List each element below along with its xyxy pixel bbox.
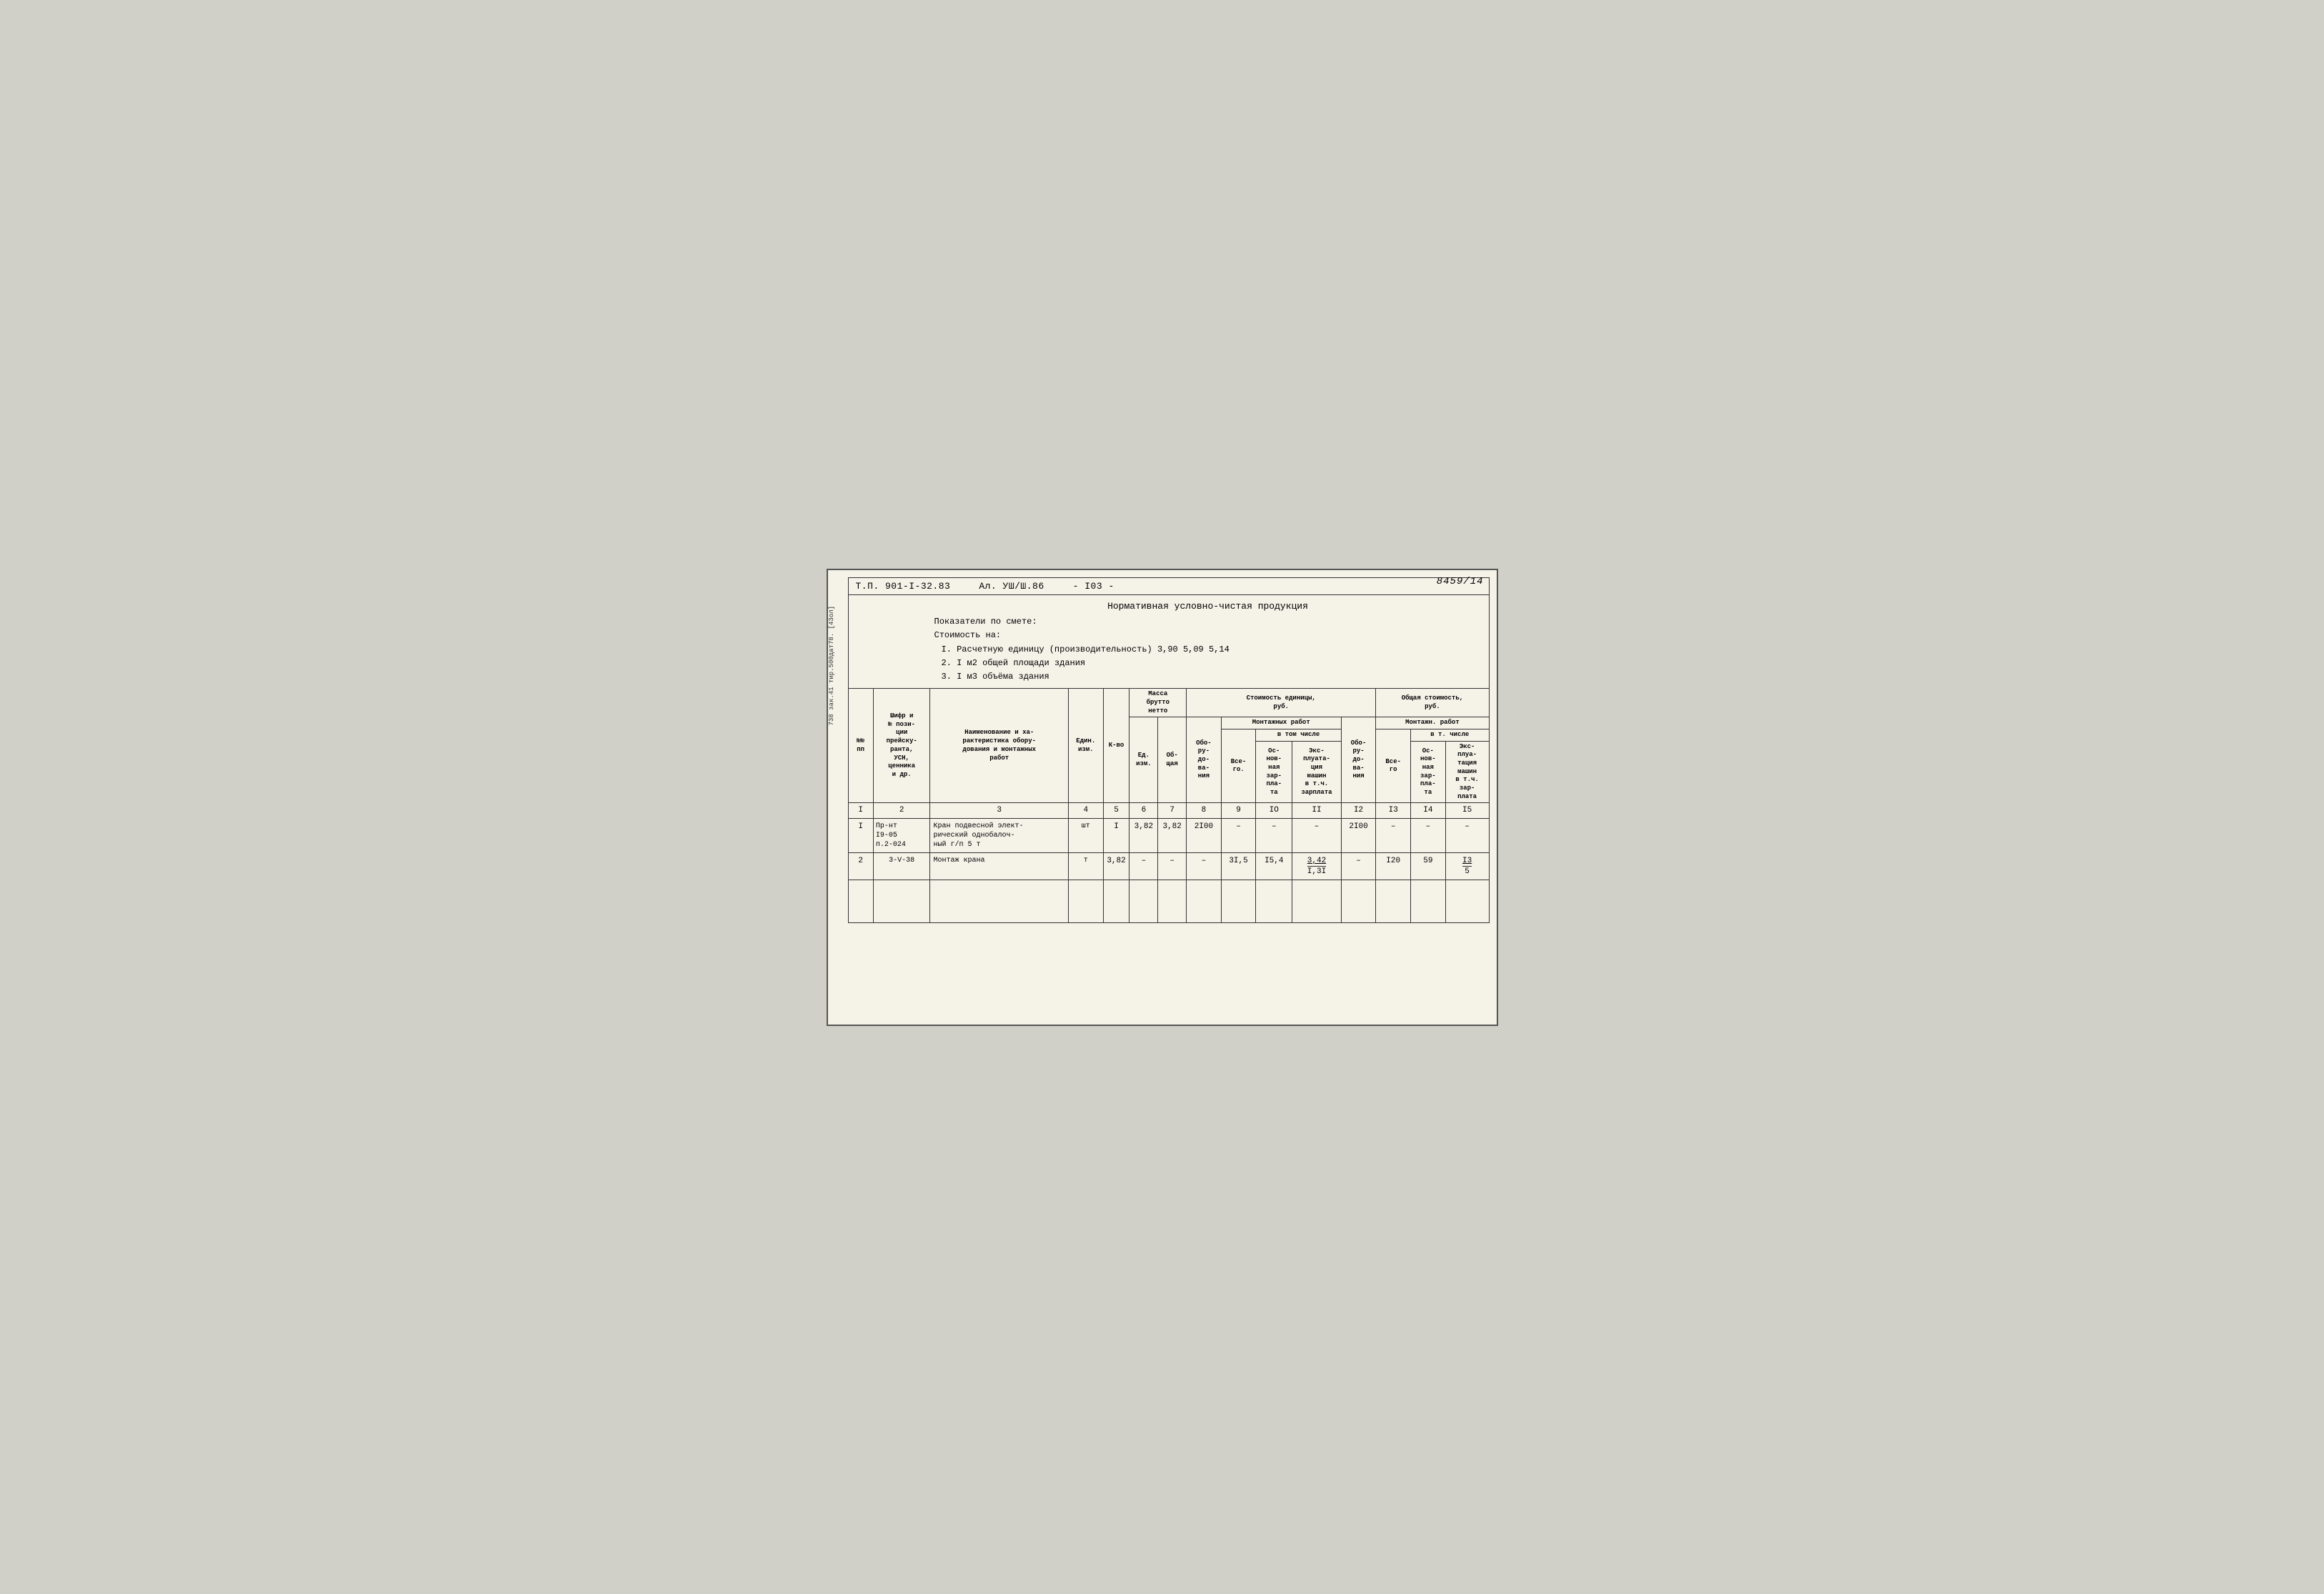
row1-ed: шт bbox=[1068, 818, 1103, 852]
th-massa-ed: Ед.изм. bbox=[1129, 717, 1158, 803]
th-steim-group: Стоимость единицы,руб. bbox=[1187, 689, 1376, 717]
table-row-empty-1 bbox=[848, 880, 1489, 923]
idx-1: I bbox=[848, 803, 873, 818]
row1-mont-osnov: – bbox=[1256, 818, 1292, 852]
side-text: 738 зак.41 тир.500дат78. [43ол] bbox=[828, 606, 841, 725]
header-group-row-1: №№пп Шифр и№ пози-циипрейску-ранта,УСН,ц… bbox=[848, 689, 1489, 717]
idx-15: I5 bbox=[1445, 803, 1489, 818]
idx-12: I2 bbox=[1341, 803, 1376, 818]
fraction-eksp: 3,42 I,3I bbox=[1307, 856, 1326, 877]
th-mont-group: Монтажных работ bbox=[1221, 717, 1341, 729]
row2-obst-eksp: I3 5 bbox=[1445, 852, 1489, 880]
al-label: Ал. УШ/Ш.86 bbox=[979, 581, 1044, 592]
idx-10: IO bbox=[1256, 803, 1292, 818]
info-block: Нормативная условно-чистая продукция Пок… bbox=[848, 594, 1490, 689]
row2-obst-obo: – bbox=[1341, 852, 1376, 880]
th-obst-group: Общая стоимость,руб. bbox=[1376, 689, 1489, 717]
idx-5: 5 bbox=[1103, 803, 1129, 818]
tp-label: Т.П. 901-I-32.83 bbox=[856, 581, 951, 592]
row2-mont-eksp: 3,42 I,3I bbox=[1292, 852, 1342, 880]
th-obst-mont-group: Монтажн. работ bbox=[1376, 717, 1489, 729]
row2-mont-osnov: I5,4 bbox=[1256, 852, 1292, 880]
row1-obo: 2I00 bbox=[1187, 818, 1222, 852]
th-ed: Един.изм. bbox=[1068, 689, 1103, 803]
row2-nn: 2 bbox=[848, 852, 873, 880]
row1-shifr: Пр-нтI9-05п.2-024 bbox=[873, 818, 930, 852]
idx-9: 9 bbox=[1221, 803, 1256, 818]
idx-3: 3 bbox=[930, 803, 1068, 818]
row1-mont-eksp: – bbox=[1292, 818, 1342, 852]
row2-kvo: 3,82 bbox=[1103, 852, 1129, 880]
row2-massa-ed: – bbox=[1129, 852, 1158, 880]
th-kvo: К-во bbox=[1103, 689, 1129, 803]
row2-massa-ob: – bbox=[1158, 852, 1187, 880]
row1-obst-obo: 2I00 bbox=[1341, 818, 1376, 852]
th-massa-ob: Об-щая bbox=[1158, 717, 1187, 803]
row1-naim: Кран подвесной элект-рический однобалоч-… bbox=[930, 818, 1068, 852]
row1-massa-ed: 3,82 bbox=[1129, 818, 1158, 852]
page-number: 8459/14 bbox=[1437, 576, 1484, 587]
table-row: 2 3-V-38 Монтаж крана т 3,82 – – – 3I,5 … bbox=[848, 852, 1489, 880]
main-table: №№пп Шифр и№ пози-циипрейску-ранта,УСН,ц… bbox=[848, 688, 1490, 923]
th-nn: №№пп bbox=[848, 689, 873, 803]
row2-shifr: 3-V-38 bbox=[873, 852, 930, 880]
info-items: I. Расчетную единицу (производительность… bbox=[942, 643, 1482, 684]
idx-13: I3 bbox=[1376, 803, 1411, 818]
th-vtomchisle: в том числе bbox=[1256, 729, 1341, 741]
idx-8: 8 bbox=[1187, 803, 1222, 818]
row1-nn: I bbox=[848, 818, 873, 852]
th-mont-eksp: Экс-плуата-циямашинв т.ч.зарплата bbox=[1292, 741, 1342, 803]
table-row: I Пр-нтI9-05п.2-024 Кран подвесной элект… bbox=[848, 818, 1489, 852]
th-mont-vsego: Все-го. bbox=[1221, 729, 1256, 803]
info-item-2: 2. I м2 общей площади здания bbox=[942, 657, 1482, 670]
row2-naim: Монтаж крана bbox=[930, 852, 1068, 880]
page-container: 8459/14 738 зак.41 тир.500дат78. [43ол] … bbox=[827, 569, 1498, 1026]
th-massa-group: Массабруттонетто bbox=[1129, 689, 1187, 717]
fraction-obst-eksp: I3 5 bbox=[1462, 856, 1472, 877]
index-row: I 2 3 4 5 6 7 8 9 IO II I2 I3 I4 I5 bbox=[848, 803, 1489, 818]
th-naim: Наименование и ха-рактеристика обору-дов… bbox=[930, 689, 1068, 803]
th-obo: Обо-ру-до-ва-ния bbox=[1187, 717, 1222, 803]
info-item-3: 3. I м3 объёма здания bbox=[942, 670, 1482, 684]
idx-6: 6 bbox=[1129, 803, 1158, 818]
row2-ed: т bbox=[1068, 852, 1103, 880]
th-obst-vtomchisle: в т. числе bbox=[1411, 729, 1489, 741]
row1-obst-vsego: – bbox=[1376, 818, 1411, 852]
main-content: Т.П. 901-I-32.83 Ал. УШ/Ш.86 - I03 - Нор… bbox=[848, 577, 1490, 924]
row1-kvo: I bbox=[1103, 818, 1129, 852]
th-obst-obo: Обо-ру-до-ва-ния bbox=[1341, 717, 1376, 803]
th-mont-osnov: Ос-нов-наязар-пла-та bbox=[1256, 741, 1292, 803]
idx-4: 4 bbox=[1068, 803, 1103, 818]
row2-obo: – bbox=[1187, 852, 1222, 880]
th-obst-vsego: Все-го bbox=[1376, 729, 1411, 803]
th-shifr: Шифр и№ пози-циипрейску-ранта,УСН,ценник… bbox=[873, 689, 930, 803]
th-obst-osnov: Ос-нов-наязар-пла-та bbox=[1411, 741, 1446, 803]
row1-massa-ob: 3,82 bbox=[1158, 818, 1187, 852]
info-item-1: I. Расчетную единицу (производительность… bbox=[942, 643, 1482, 657]
header-row: Т.П. 901-I-32.83 Ал. УШ/Ш.86 - I03 - bbox=[848, 577, 1490, 594]
idx-2: 2 bbox=[873, 803, 930, 818]
row2-obst-osnov: 59 bbox=[1411, 852, 1446, 880]
row2-obst-vsego: I20 bbox=[1376, 852, 1411, 880]
info-subtitle: Показатели по смете: Стоимость на: bbox=[934, 615, 1482, 642]
info-title: Нормативная условно-чистая продукция bbox=[934, 599, 1482, 614]
th-obst-eksp: Экс-плуа-тациямашинв т.ч.зар-плата bbox=[1445, 741, 1489, 803]
row1-mont-vsego: – bbox=[1221, 818, 1256, 852]
idx-11: II bbox=[1292, 803, 1342, 818]
row1-obst-eksp: – bbox=[1445, 818, 1489, 852]
idx-7: 7 bbox=[1158, 803, 1187, 818]
num-label: - I03 - bbox=[1073, 581, 1114, 592]
row2-mont-vsego: 3I,5 bbox=[1221, 852, 1256, 880]
idx-14: I4 bbox=[1411, 803, 1446, 818]
row1-obst-osnov: – bbox=[1411, 818, 1446, 852]
